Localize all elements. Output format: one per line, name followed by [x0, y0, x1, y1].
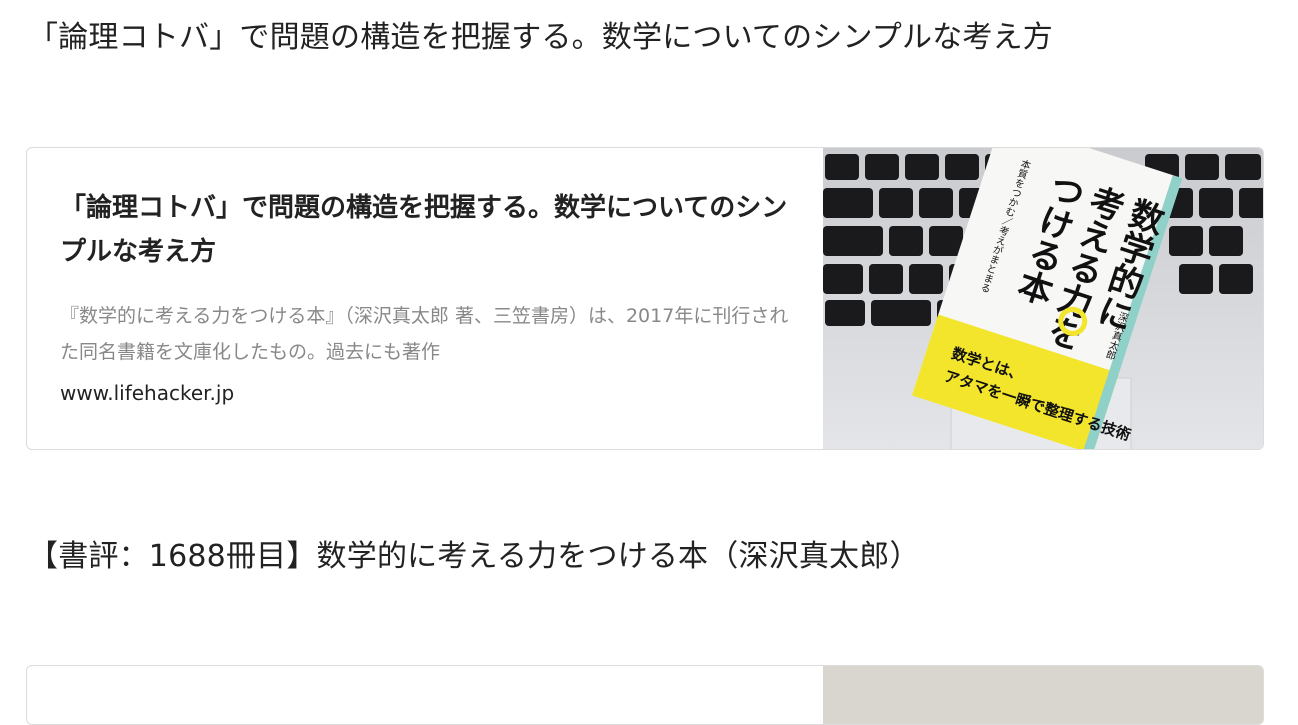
link-card-description: 『数学的に考える力をつける本』（深沢真太郎 著、三笠書房）は、2017年に刊行さ…: [60, 305, 789, 363]
link-card-thumbnail[interactable]: 数学的に 考える力を つける本 本質をつかむ／考えがまとまる 深沢真太郎 数学と…: [823, 148, 1263, 449]
section-heading-1: 「論理コトバ」で問題の構造を把握する。数学についてのシンプルな考え方: [28, 20, 1053, 55]
link-card-url[interactable]: www.lifehacker.jp: [60, 378, 795, 408]
link-card-title[interactable]: 「論理コトバ」で問題の構造を把握する。数学についてのシンプルな考え方: [60, 186, 795, 274]
link-card-text[interactable]: 「論理コトバ」で問題の構造を把握する。数学についてのシンプルな考え方 『数学的に…: [60, 186, 795, 408]
link-card-2[interactable]: [26, 665, 1264, 725]
link-card-2-thumbnail[interactable]: [823, 666, 1263, 724]
section-heading-2: 【書評：1688冊目】数学的に考える力をつける本（深沢真太郎）: [28, 539, 920, 574]
link-card[interactable]: 「論理コトバ」で問題の構造を把握する。数学についてのシンプルな考え方 『数学的に…: [26, 147, 1264, 450]
thumbnail-image: 数学的に 考える力を つける本 本質をつかむ／考えがまとまる 深沢真太郎 数学と…: [823, 148, 1263, 449]
